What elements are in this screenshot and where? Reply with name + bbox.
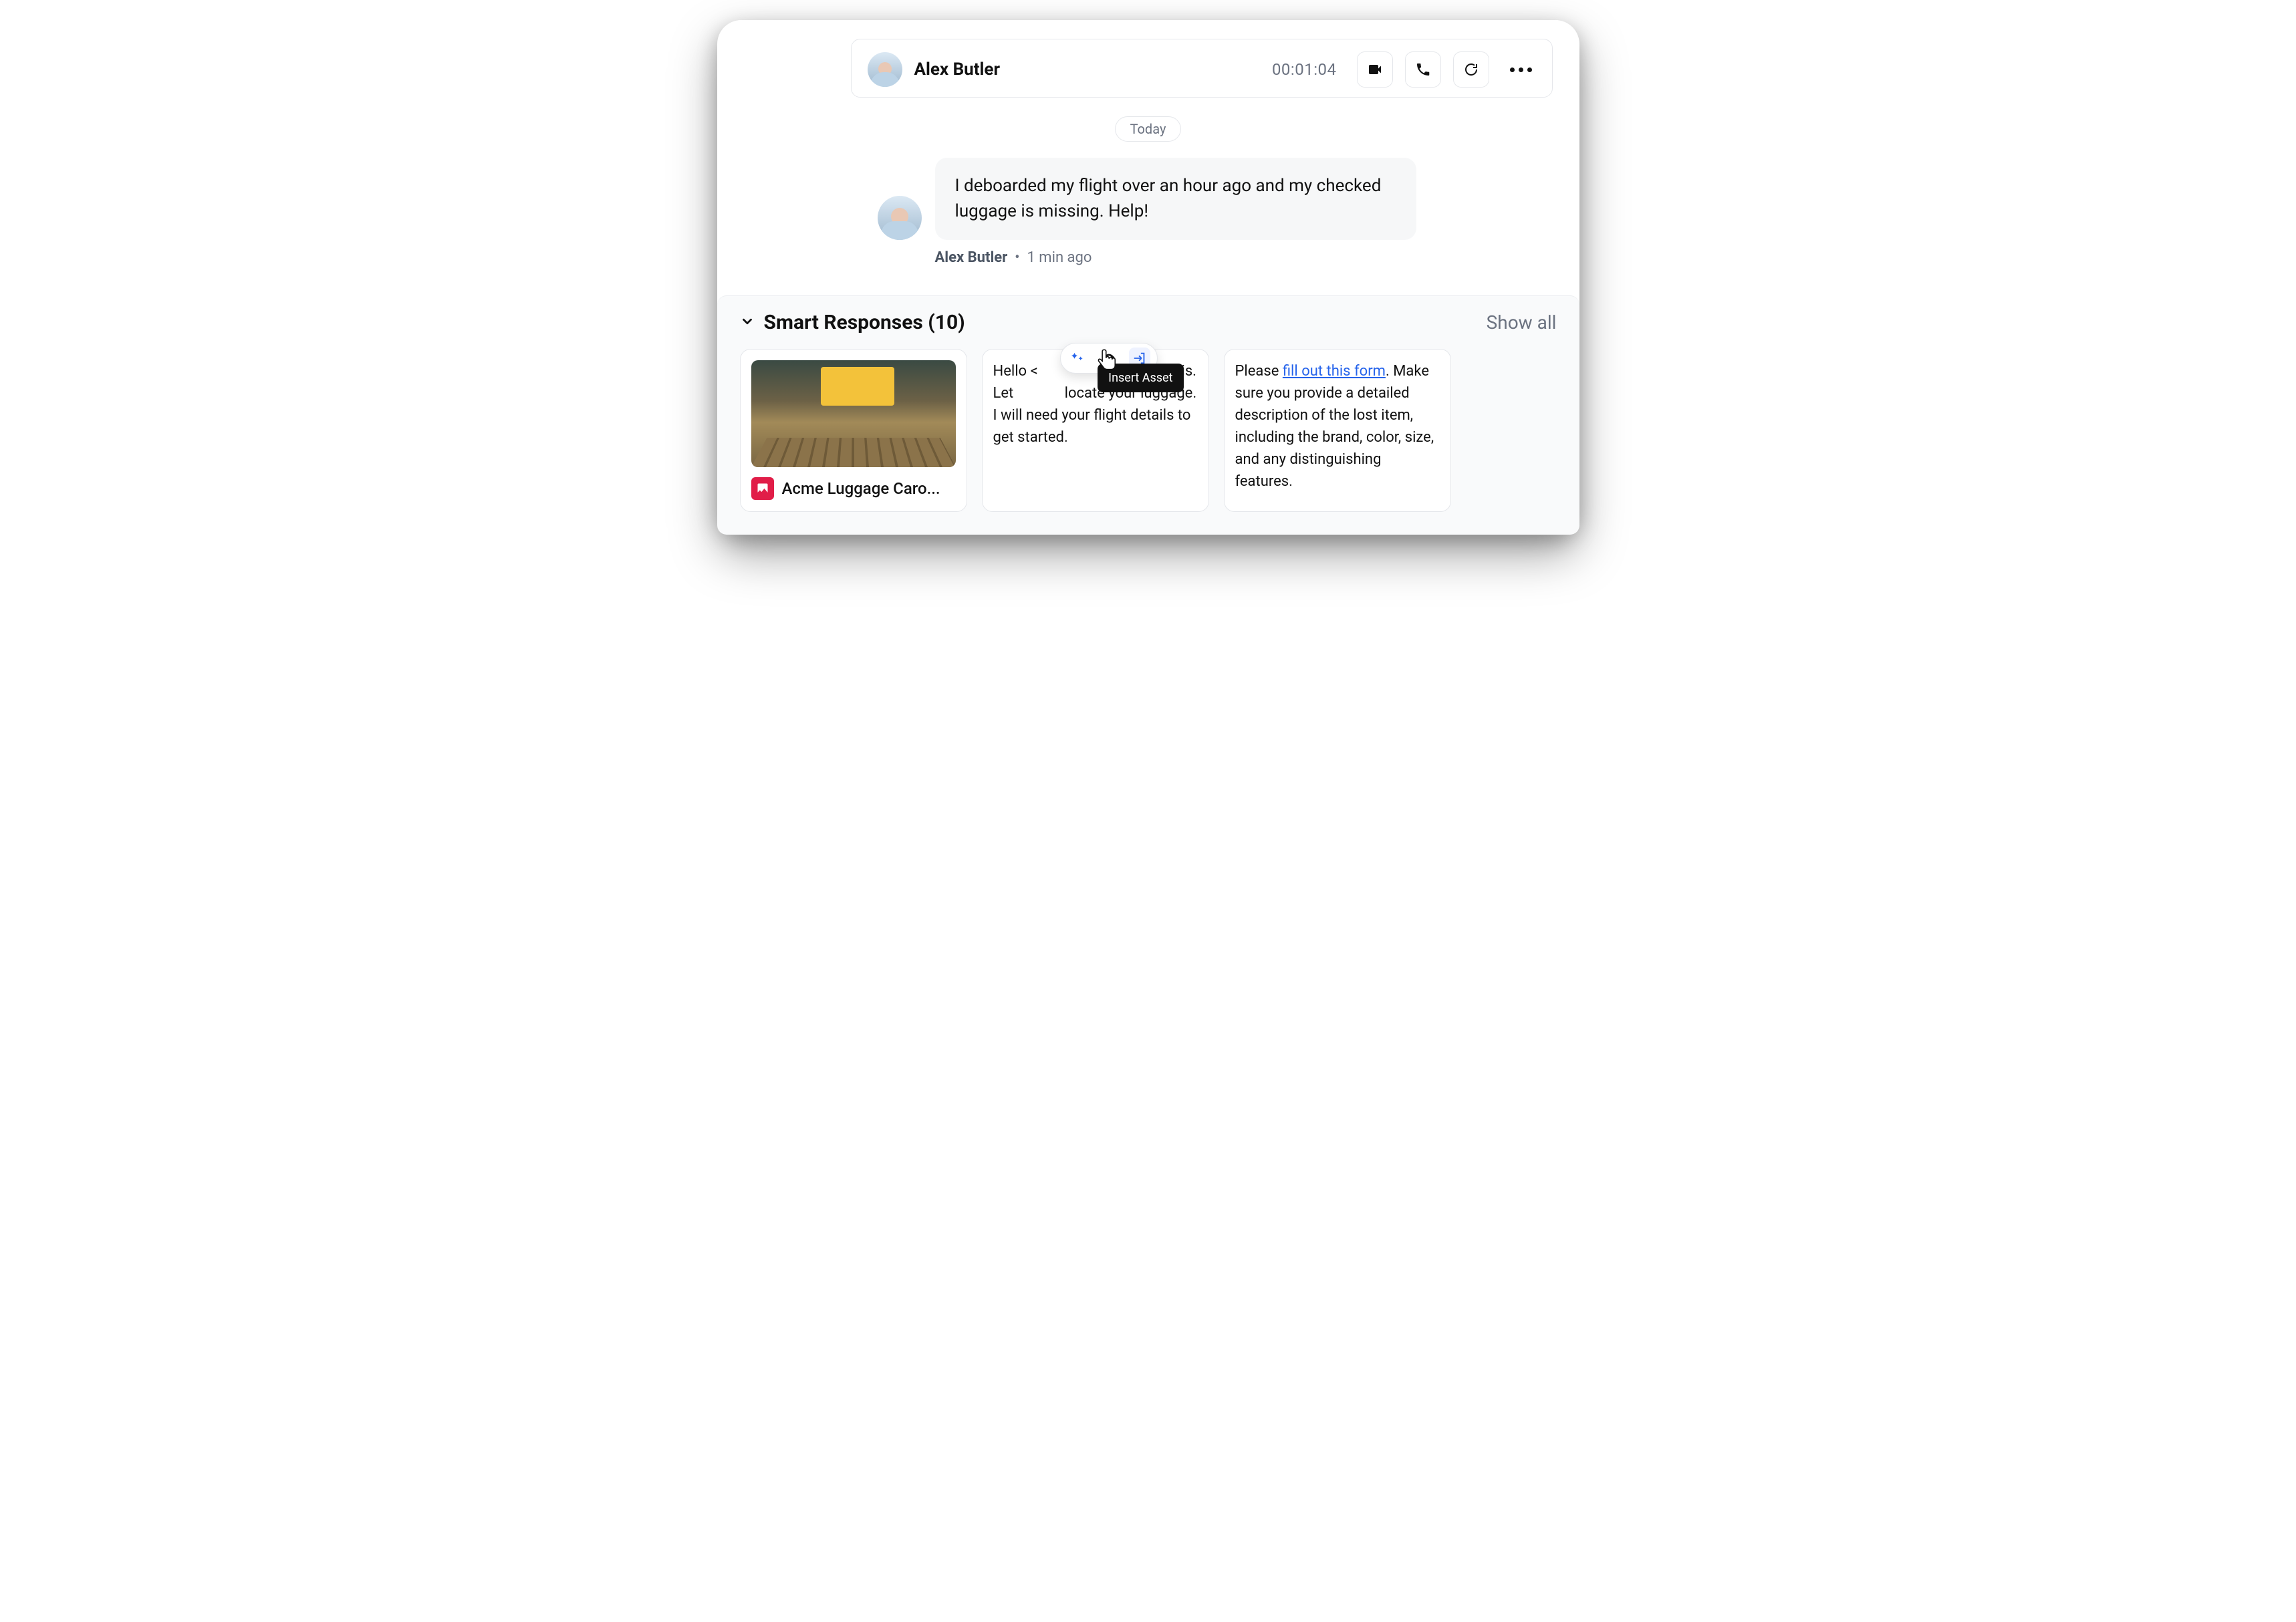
avatar[interactable] [878, 196, 922, 240]
chat-header: Alex Butler 00:01:04 [851, 39, 1553, 98]
refresh-button[interactable] [1453, 51, 1489, 88]
asset-label-row: Acme Luggage Caro... [751, 477, 956, 501]
show-all-link[interactable]: Show all [1487, 311, 1557, 333]
smart-responses-panel: Smart Responses (10) Show all Acme Lugga… [717, 295, 1579, 535]
asset-filename: Acme Luggage Caro... [782, 477, 940, 501]
response-card-text[interactable]: Please fill out this form. Make sure you… [1224, 349, 1451, 512]
sparkle-icon [1071, 351, 1086, 366]
contact-name: Alex Butler [914, 59, 1000, 80]
response-cards: Acme Luggage Caro... [740, 349, 1557, 512]
image-file-icon [751, 477, 774, 500]
message-row: I deboarded my flight over an hour ago a… [878, 158, 1539, 240]
message-meta: Alex Butler • 1 min ago [935, 249, 1579, 266]
call-timer: 00:01:04 [1272, 60, 1337, 79]
refresh-icon [1463, 61, 1479, 78]
card-hover-toolbar: Insert Asset [1060, 343, 1158, 374]
video-icon [1367, 61, 1383, 78]
text-fragment: locate your luggage. I will need your fl… [993, 385, 1197, 446]
text-fragment: Please [1235, 363, 1283, 380]
asset-thumbnail [751, 360, 956, 467]
form-link[interactable]: fill out this form [1283, 363, 1386, 380]
response-text: Please fill out this form. Make sure you… [1235, 360, 1440, 493]
text-fragment: Hello < [993, 363, 1038, 380]
smart-responses-header: Smart Responses (10) Show all [740, 311, 1557, 334]
tooltip: Insert Asset [1098, 364, 1183, 392]
video-call-button[interactable] [1357, 51, 1393, 88]
response-card-text[interactable]: Insert Asset Hello < xxxxxxxx ry to hear… [982, 349, 1209, 512]
sparkle-tool[interactable] [1067, 348, 1089, 369]
dot-icon [1510, 67, 1515, 72]
message-bubble: I deboarded my flight over an hour ago a… [935, 158, 1416, 240]
phone-icon [1415, 61, 1431, 78]
message-author: Alex Butler [935, 249, 1008, 266]
dot-icon [1519, 67, 1523, 72]
text-fragment: . Make sure you provide a detailed descr… [1235, 363, 1434, 490]
smart-responses-title: Smart Responses (10) [764, 311, 965, 334]
voice-call-button[interactable] [1405, 51, 1441, 88]
chevron-down-icon [740, 314, 755, 329]
date-separator: Today [1115, 116, 1182, 142]
chat-window: Alex Butler 00:01:04 Today I deboarded m… [717, 20, 1579, 535]
avatar[interactable] [868, 52, 902, 87]
collapse-toggle[interactable] [740, 314, 755, 331]
message-time: 1 min ago [1027, 249, 1092, 266]
dot-icon [1527, 67, 1532, 72]
response-card-asset[interactable]: Acme Luggage Caro... [740, 349, 967, 512]
more-menu-button[interactable] [1507, 67, 1536, 72]
